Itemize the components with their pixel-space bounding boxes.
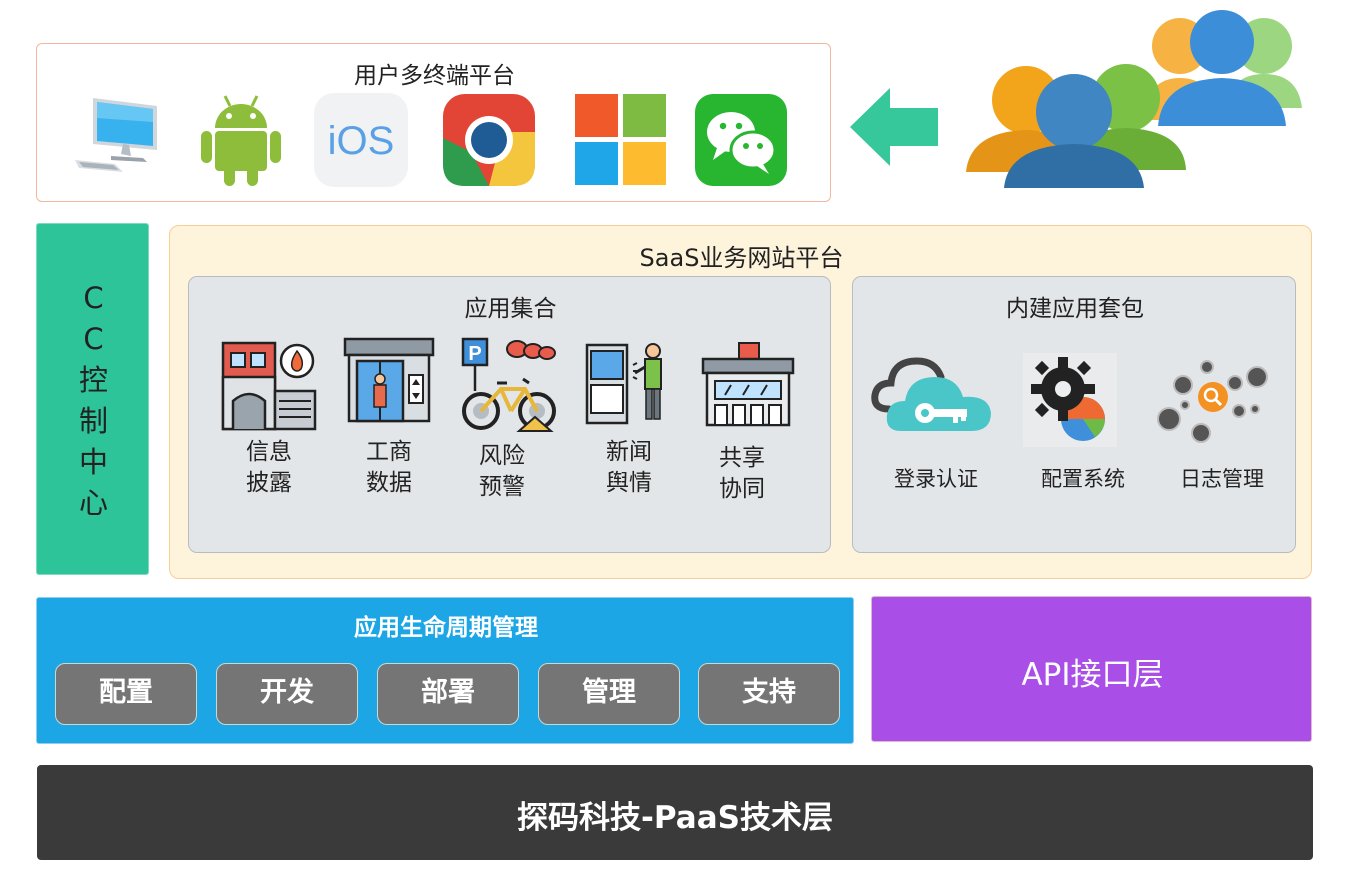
kiosk-person-icon [579, 339, 679, 439]
app-collection-title: 应用集合 [464, 296, 557, 322]
lifecycle-develop-button[interactable]: 开发 [216, 663, 358, 725]
saas-platform-title: SaaS业务网站平台 [639, 244, 844, 272]
builtin-label-config: 配置系统 [1041, 467, 1125, 491]
ios-icon: iOS [313, 92, 409, 188]
builtin-suite-box: 内建应用套包 登录认证 配置系统 日志管理 [852, 276, 1296, 553]
api-layer-label: API接口层 [1021, 657, 1164, 693]
builtin-suite-title: 内建应用套包 [1006, 296, 1144, 322]
lifecycle-config-button[interactable]: 配置 [55, 663, 197, 725]
builtin-label-login: 登录认证 [894, 467, 978, 491]
app-label-business-data: 工商 数据 [366, 439, 412, 496]
lifecycle-support-button[interactable]: 支持 [698, 663, 840, 725]
shop-icon [699, 339, 799, 439]
app-label-risk-warning: 风险 预警 [479, 443, 525, 500]
ios-label: iOS [328, 119, 395, 163]
app-lifecycle-title: 应用生命周期管理 [354, 615, 538, 641]
elevator-icon [339, 335, 439, 435]
builtin-label-log: 日志管理 [1180, 467, 1264, 491]
cc-control-center: C C 控 制 中 心 [36, 223, 149, 575]
chrome-icon [441, 92, 537, 188]
windows-icon [573, 92, 669, 188]
wechat-icon [693, 92, 789, 188]
paas-layer-label: 探码科技-PaaS技术层 [517, 800, 833, 836]
gear-config-icon [1023, 353, 1117, 447]
cloud-key-icon [871, 351, 995, 435]
app-label-sharing-collab: 共享 协同 [719, 445, 765, 502]
api-layer-box: API接口层 [871, 596, 1312, 742]
left-arrow-icon [850, 88, 940, 166]
android-icon [193, 92, 289, 188]
svg-text:P: P [468, 343, 481, 365]
lifecycle-manage-button[interactable]: 管理 [538, 663, 680, 725]
building-fire-icon [219, 335, 319, 435]
app-lifecycle-box: 应用生命周期管理 配置 开发 部署 管理 支持 [36, 597, 854, 744]
app-collection-box: 应用集合 信息 披露 工商 数据 P 风险 预警 新闻 舆情 共享 协同 [188, 276, 831, 553]
paas-layer-box: 探码科技-PaaS技术层 [37, 765, 1313, 860]
lifecycle-deploy-button[interactable]: 部署 [377, 663, 519, 725]
cc-control-center-label: C C 控 制 中 心 [78, 281, 108, 520]
desktop-computer-icon [71, 92, 167, 188]
bicycle-parking-icon: P [459, 335, 559, 435]
terminal-platform-title: 用户多终端平台 [354, 63, 515, 89]
log-search-icon [1155, 357, 1273, 445]
users-group-icon [964, 8, 1314, 192]
app-label-news-opinion: 新闻 舆情 [606, 439, 652, 496]
app-label-disclosure: 信息 披露 [246, 439, 292, 496]
terminal-platform-box: 用户多终端平台 iOS [36, 43, 831, 202]
